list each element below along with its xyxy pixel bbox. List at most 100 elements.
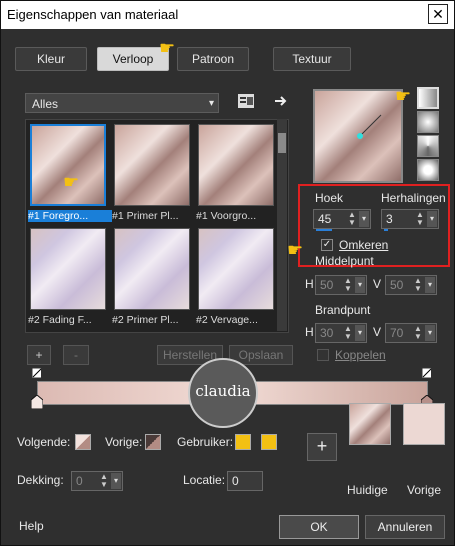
gallery-scrollbar[interactable] <box>277 119 287 331</box>
invert-checkbox[interactable]: ✓ <box>321 239 333 251</box>
current-swatch[interactable] <box>349 403 391 445</box>
center-h-spinner[interactable]: 50 ▲ ▼ ▾ <box>315 275 367 295</box>
gradient-caption: #2 Fading F... <box>28 314 92 326</box>
angle-label: Hoek <box>315 191 344 205</box>
title-bar: Eigenschappen van materiaal ✕ <box>1 1 454 29</box>
color-stop-start-icon[interactable] <box>31 395 43 409</box>
gradient-item-6[interactable]: #2 Vervage... <box>196 226 276 326</box>
focal-h-spinner[interactable]: 30 ▲ ▼ ▾ <box>315 323 367 343</box>
gradient-thumbnail <box>30 228 106 310</box>
gradient-caption: #1 Primer Pl... <box>112 210 179 222</box>
remove-gradient-button[interactable]: - <box>63 345 89 365</box>
chevron-down-icon[interactable]: ▾ <box>355 325 365 341</box>
center-v-label: V <box>373 277 382 291</box>
gradient-thumbnail <box>114 124 190 206</box>
gradient-thumbnail <box>114 228 190 310</box>
window-title: Eigenschappen van materiaal <box>7 7 179 22</box>
focal-v-label: V <box>373 325 382 339</box>
gradient-preview[interactable] <box>313 89 403 183</box>
gradient-thumbnail <box>198 228 274 310</box>
linear-style-button[interactable] <box>417 87 439 109</box>
location-label: Locatie: <box>183 473 226 487</box>
gradient-item-3[interactable]: #1 Voorgro... <box>196 122 276 222</box>
center-h-value: 50 <box>320 278 334 292</box>
center-v-spinner[interactable]: 50 ▲ ▼ ▾ <box>385 275 437 295</box>
angle-spinner[interactable]: 45 ▲ ▼ ▾ <box>313 209 371 231</box>
pointer-hand-icon: ☛ <box>63 172 80 192</box>
location-value: 0 <box>232 474 239 488</box>
pointer-hand-icon: ☛ <box>159 38 176 58</box>
close-button[interactable]: ✕ <box>428 4 448 24</box>
user-swatch-2[interactable] <box>261 434 277 450</box>
gradient-item-2[interactable]: #1 Primer Pl... <box>112 122 192 222</box>
add-color-button[interactable]: + <box>307 433 337 461</box>
repeats-slider[interactable] <box>384 229 388 231</box>
focal-label: Brandpunt <box>315 303 371 317</box>
current-swatch-label: Huidige <box>347 483 388 497</box>
ok-button[interactable]: OK <box>279 515 359 539</box>
following-swatch[interactable] <box>75 434 91 450</box>
user-label: Gebruiker: <box>177 435 234 449</box>
spin-arrows-icon[interactable]: ▲ ▼ <box>348 211 358 227</box>
category-select-value: Alles <box>32 97 59 111</box>
opacity-label: Dekking: <box>17 473 64 487</box>
pointer-hand-icon: ☛ <box>287 240 304 260</box>
repeats-spinner[interactable]: 3 ▲ ▼ ▾ <box>381 209 439 231</box>
angle-slider[interactable] <box>316 229 332 231</box>
opacity-spinner[interactable]: 0 ▲ ▼ ▾ <box>71 471 123 491</box>
spin-arrows-icon[interactable]: ▲ ▼ <box>344 325 354 341</box>
chevron-down-icon[interactable]: ▾ <box>427 211 437 227</box>
angle-handle-icon[interactable] <box>315 91 401 181</box>
gradient-item-4[interactable]: #2 Fading F... <box>28 226 108 326</box>
gradient-editor-icon[interactable] <box>237 92 255 110</box>
previous-swatch-label: Vorige <box>407 483 442 497</box>
gradient-caption: #1 Foregro... <box>28 210 112 222</box>
gradient-caption: #1 Voorgro... <box>196 210 257 222</box>
color-stop-top-icon[interactable] <box>31 367 41 381</box>
angle-value: 45 <box>318 212 332 226</box>
tab-textuur[interactable]: Textuur <box>273 47 351 71</box>
cancel-button[interactable]: Annuleren <box>365 515 445 539</box>
scrollbar-thumb[interactable] <box>278 133 286 153</box>
tab-kleur[interactable]: Kleur <box>15 47 87 71</box>
radial-style-button[interactable] <box>417 159 439 181</box>
focal-h-value: 30 <box>320 326 334 340</box>
following-label: Volgende: <box>17 435 71 449</box>
sunburst-style-button[interactable] <box>417 135 439 157</box>
watermark-logo: claudia <box>188 358 258 428</box>
center-v-value: 50 <box>390 278 404 292</box>
chevron-down-icon[interactable]: ▾ <box>425 325 435 341</box>
previous-stop-swatch[interactable] <box>145 434 161 450</box>
chevron-down-icon[interactable]: ▾ <box>111 473 121 489</box>
spin-arrows-icon[interactable]: ▲ ▼ <box>414 325 424 341</box>
gradient-thumbnail <box>30 124 106 206</box>
gradient-caption: #2 Primer Pl... <box>112 314 179 326</box>
gradient-item-5[interactable]: #2 Primer Pl... <box>112 226 192 326</box>
tab-patroon[interactable]: Patroon <box>177 47 249 71</box>
spin-arrows-icon[interactable]: ▲ ▼ <box>344 277 354 293</box>
help-link[interactable]: Help <box>19 519 44 533</box>
chevron-down-icon[interactable]: ▾ <box>355 277 365 293</box>
repeats-label: Herhalingen <box>381 191 446 205</box>
user-swatch-1[interactable] <box>235 434 251 450</box>
center-label: Middelpunt <box>315 254 374 268</box>
link-checkbox[interactable] <box>317 349 329 361</box>
spin-arrows-icon[interactable]: ▲ ▼ <box>414 277 424 293</box>
chevron-down-icon[interactable]: ▾ <box>359 211 369 227</box>
focal-v-spinner[interactable]: 70 ▲ ▼ ▾ <box>385 323 437 343</box>
arrow-right-icon[interactable] <box>273 93 289 109</box>
spin-arrows-icon[interactable]: ▲ ▼ <box>416 211 426 227</box>
location-field[interactable]: 0 <box>227 471 263 491</box>
chevron-down-icon: ▾ <box>208 98 214 109</box>
category-select[interactable]: Alles ▾ <box>25 93 219 113</box>
spin-arrows-icon[interactable]: ▲ ▼ <box>100 473 110 489</box>
color-stop-top-icon[interactable] <box>421 367 431 381</box>
focal-v-value: 70 <box>390 326 404 340</box>
add-gradient-button[interactable]: + <box>27 345 51 365</box>
gradient-item-1[interactable]: #1 Foregro... <box>28 122 112 222</box>
opacity-value: 0 <box>76 474 83 488</box>
rectangular-style-button[interactable] <box>417 111 439 133</box>
gradient-gallery: #1 Foregro... #1 Primer Pl... #1 Voorgro… <box>25 119 289 333</box>
chevron-down-icon[interactable]: ▾ <box>425 277 435 293</box>
previous-swatch[interactable] <box>403 403 445 445</box>
